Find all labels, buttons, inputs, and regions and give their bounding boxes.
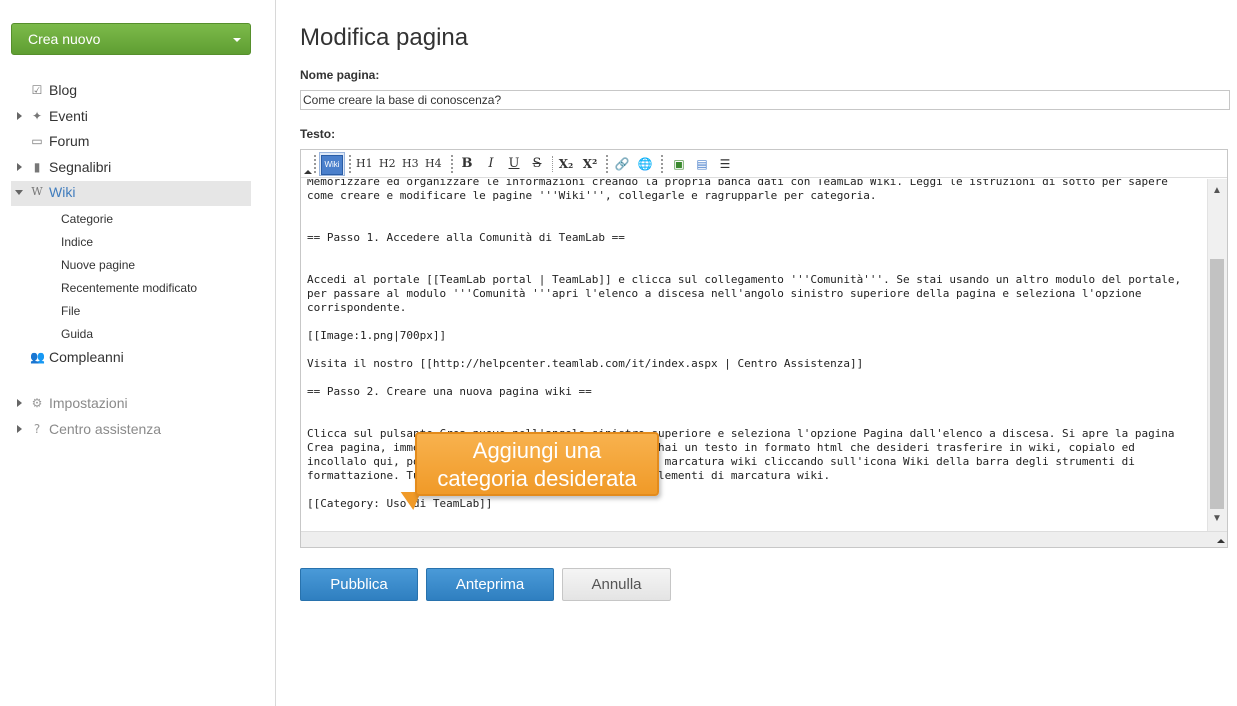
editor-line: [[Category: Uso di TeamLab]] (307, 497, 493, 510)
callout-line-1: Aggiungi una (472, 438, 602, 463)
sidebar-item-forum[interactable]: ▭ Forum (11, 130, 251, 155)
toolbar-grip-icon (349, 155, 351, 173)
heading1-button[interactable]: H1 (356, 154, 373, 174)
tooltip-callout: Aggiungi una categoria desiderata (415, 432, 659, 496)
sidebar-item-label: Centro assistenza (49, 421, 162, 437)
heading2-button[interactable]: H2 (379, 154, 396, 174)
sidebar-item-blog[interactable]: ☑ Blog (11, 79, 251, 104)
italic-button[interactable]: I (483, 154, 499, 174)
preview-button[interactable]: Anteprima (426, 568, 554, 601)
expand-arrow-icon[interactable] (17, 399, 22, 407)
wiki-w-icon: W (31, 185, 43, 198)
editor-line (307, 343, 1201, 357)
insert-link-icon[interactable]: 🔗 (614, 154, 630, 174)
edit-icon: ☑ (31, 83, 43, 97)
expand-arrow-icon[interactable] (17, 112, 22, 120)
editor-line (307, 259, 1201, 273)
scrollbar-thumb[interactable] (1210, 259, 1224, 509)
editor-scrollbar[interactable]: ▲ ▼ (1207, 179, 1227, 531)
underline-button[interactable]: U (506, 154, 522, 174)
insert-image-icon[interactable]: ▣ (671, 154, 687, 174)
publish-button[interactable]: Pubblica (300, 568, 418, 601)
create-new-label: Crea nuovo (28, 31, 101, 47)
editor-line: Visita il nostro [[http://helpcenter.tea… (307, 357, 864, 370)
sidebar-item-label: Wiki (49, 184, 76, 200)
sidebar-item-wiki[interactable]: W Wiki (11, 181, 251, 206)
toolbar-grip-icon (606, 155, 608, 173)
editor-line: == Passo 2. Creare una nuova pagina wiki… (307, 385, 592, 398)
gear-icon: ⚙ (31, 396, 43, 410)
wiki-subitem-indice[interactable]: Indice (61, 235, 93, 249)
heading4-button[interactable]: H4 (425, 154, 442, 174)
editor-line (307, 413, 1201, 427)
insert-table-icon[interactable]: ☰ (717, 154, 733, 174)
page-name-input[interactable] (300, 90, 1230, 110)
wiki-subitem-file[interactable]: File (61, 304, 80, 318)
editor-line (307, 203, 1201, 217)
sidebar-item-label: Segnalibri (49, 159, 112, 175)
toolbar-grip-icon (661, 155, 663, 173)
wiki-mode-button[interactable]: Wiki (319, 152, 345, 176)
chevron-down-icon[interactable] (233, 38, 241, 42)
toolbar-grip-icon (451, 155, 453, 173)
subscript-button[interactable]: X₂ (558, 154, 574, 174)
toolbar-separator (552, 156, 553, 172)
bookmark-icon: ▮ (33, 160, 41, 174)
collapse-arrow-icon[interactable] (15, 190, 23, 195)
sidebar-item-label: Impostazioni (49, 395, 128, 411)
strikethrough-button[interactable]: S (529, 154, 545, 174)
sidebar-item-eventi[interactable]: ✦ Eventi (11, 105, 251, 130)
sidebar-item-label: Compleanni (49, 349, 124, 365)
create-new-button[interactable]: Crea nuovo (11, 23, 251, 55)
sidebar-item-label: Eventi (49, 108, 88, 124)
toolbar-grip-icon (314, 155, 316, 173)
editor-line (307, 245, 1201, 259)
sidebar-item-segnalibri[interactable]: ▮ Segnalibri (11, 156, 251, 181)
people-icon: 👥 (30, 350, 45, 364)
wiki-subitem-recentemente-modificato[interactable]: Recentemente modificato (61, 281, 197, 295)
heading3-button[interactable]: H3 (402, 154, 419, 174)
editor-line: == Passo 1. Accedere alla Comunità di Te… (307, 231, 625, 244)
editor-line (307, 399, 1201, 413)
resize-grip-icon[interactable] (1217, 539, 1225, 543)
editor-line (307, 371, 1201, 385)
toolbar-collapse-icon[interactable] (304, 170, 312, 174)
expand-arrow-icon[interactable] (17, 425, 22, 433)
sidebar-item-label: Forum (49, 133, 90, 149)
sidebar-item-label: Blog (49, 82, 78, 98)
sidebar-item-compleanni[interactable]: 👥 Compleanni (11, 346, 251, 371)
pin-icon: ✦ (31, 109, 43, 123)
expand-arrow-icon[interactable] (17, 163, 22, 171)
page-title: Modifica pagina (300, 24, 469, 51)
callout-line-2: categoria desiderata (437, 466, 637, 491)
sidebar: Crea nuovo ☑ Blog ✦ Eventi ▭ Forum ▮ Seg… (0, 0, 276, 706)
insert-file-icon[interactable]: ▤ (694, 154, 710, 174)
editor-resize-bar (301, 531, 1227, 547)
wiki-subitem-categorie[interactable]: Categorie (61, 212, 113, 226)
scroll-up-icon[interactable]: ▲ (1208, 185, 1226, 197)
sidebar-item-impostazioni[interactable]: ⚙ Impostazioni (11, 392, 251, 417)
editor-line: Accedi al portale [[TeamLab portal | Tea… (307, 273, 1188, 314)
editor-line (307, 315, 1201, 329)
editor-line (307, 217, 1201, 231)
superscript-button[interactable]: X² (582, 154, 598, 174)
cancel-button[interactable]: Annulla (562, 568, 671, 601)
editor-line: [[Image:1.png|700px]] (307, 329, 447, 342)
text-label: Testo: (300, 127, 336, 141)
wiki-subitem-nuove-pagine[interactable]: Nuove pagine (61, 258, 135, 272)
page-name-label: Nome pagina: (300, 68, 380, 82)
speech-bubble-icon: ▭ (31, 134, 43, 148)
question-icon: ? (33, 422, 41, 436)
insert-web-link-icon[interactable]: 🌐 (637, 154, 653, 174)
bold-button[interactable]: B (459, 154, 475, 174)
editor-toolbar: Wiki H1 H2 H3 H4 B I U S X₂ X² 🔗 🌐 ▣ ▤ ☰ (301, 150, 1227, 178)
sidebar-item-centro-assistenza[interactable]: ? Centro assistenza (11, 418, 251, 443)
wiki-subitem-guida[interactable]: Guida (61, 327, 93, 341)
editor-line: Memorizzare ed organizzare le informazio… (307, 179, 1175, 202)
scroll-down-icon[interactable]: ▼ (1208, 513, 1226, 525)
wiki-label: Wiki (321, 155, 343, 175)
